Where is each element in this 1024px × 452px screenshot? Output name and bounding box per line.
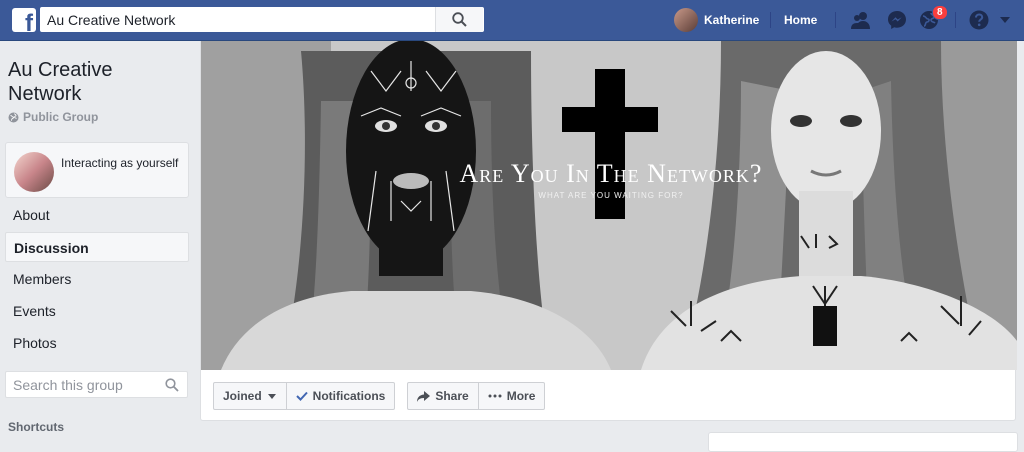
messenger-icon[interactable] [886, 9, 908, 31]
checkmark-icon [295, 391, 308, 401]
chevron-down-icon [267, 394, 276, 399]
divider [955, 12, 956, 28]
joined-button[interactable]: Joined [213, 382, 287, 410]
cover-artwork [201, 41, 1017, 370]
avatar [674, 8, 698, 32]
cover-subheadline: WHAT ARE YOU WAITING FOR? [538, 191, 684, 200]
more-button[interactable]: More [478, 382, 546, 410]
share-label: Share [435, 389, 469, 403]
friends-icon[interactable] [850, 9, 872, 31]
facebook-logo-letter: f [25, 10, 33, 33]
search-icon [452, 12, 467, 27]
right-column-card [708, 432, 1018, 452]
share-button[interactable]: Share [407, 382, 479, 410]
cover-photo[interactable]: Are You In The Network? WHAT ARE YOU WAI… [201, 41, 1017, 370]
notifications-label: Notifications [312, 389, 386, 403]
group-action-bar: Joined Notifications Share More [213, 382, 546, 410]
divider [835, 12, 836, 28]
group-nav: About Discussion Members Events Photos [5, 200, 189, 360]
globe-icon [8, 112, 19, 122]
group-search-box [5, 371, 188, 398]
facebook-logo[interactable]: f [12, 8, 36, 32]
group-privacy: Public Group [8, 110, 98, 124]
group-search-input[interactable] [6, 372, 156, 397]
divider [770, 12, 771, 28]
group-header-card: Are You In The Network? WHAT ARE YOU WAI… [200, 41, 1017, 421]
top-navigation-bar: f Katherine Home 8 [0, 0, 1024, 41]
profile-link[interactable]: Katherine [674, 8, 759, 32]
help-icon[interactable] [968, 9, 990, 31]
search-button[interactable] [435, 7, 483, 32]
more-label: More [506, 389, 536, 403]
group-name[interactable]: Au Creative Network [8, 58, 188, 106]
more-dots-icon [488, 394, 502, 398]
sidebar-item-events[interactable]: Events [5, 296, 189, 326]
home-link[interactable]: Home [784, 13, 817, 27]
global-search-box [40, 7, 484, 32]
chevron-down-icon[interactable] [999, 15, 1011, 25]
privacy-label: Public Group [23, 110, 99, 124]
joined-label: Joined [223, 389, 262, 403]
search-icon[interactable] [165, 378, 179, 392]
interacting-as-card[interactable]: Interacting as yourself [5, 142, 189, 198]
shortcuts-heading: Shortcuts [8, 420, 65, 434]
global-search-input[interactable] [41, 8, 436, 31]
notification-badge: 8 [932, 5, 948, 20]
cover-headline: Are You In The Network? [459, 159, 763, 188]
user-name: Katherine [704, 13, 760, 27]
avatar [14, 152, 54, 192]
interacting-as-label: Interacting as yourself [61, 156, 179, 170]
sidebar-item-discussion[interactable]: Discussion [5, 232, 189, 262]
sidebar-item-about[interactable]: About [5, 200, 189, 230]
sidebar-item-members[interactable]: Members [5, 264, 189, 294]
share-arrow-icon [417, 390, 431, 402]
sidebar-item-photos[interactable]: Photos [5, 328, 189, 358]
notifications-button[interactable]: Notifications [286, 382, 396, 410]
